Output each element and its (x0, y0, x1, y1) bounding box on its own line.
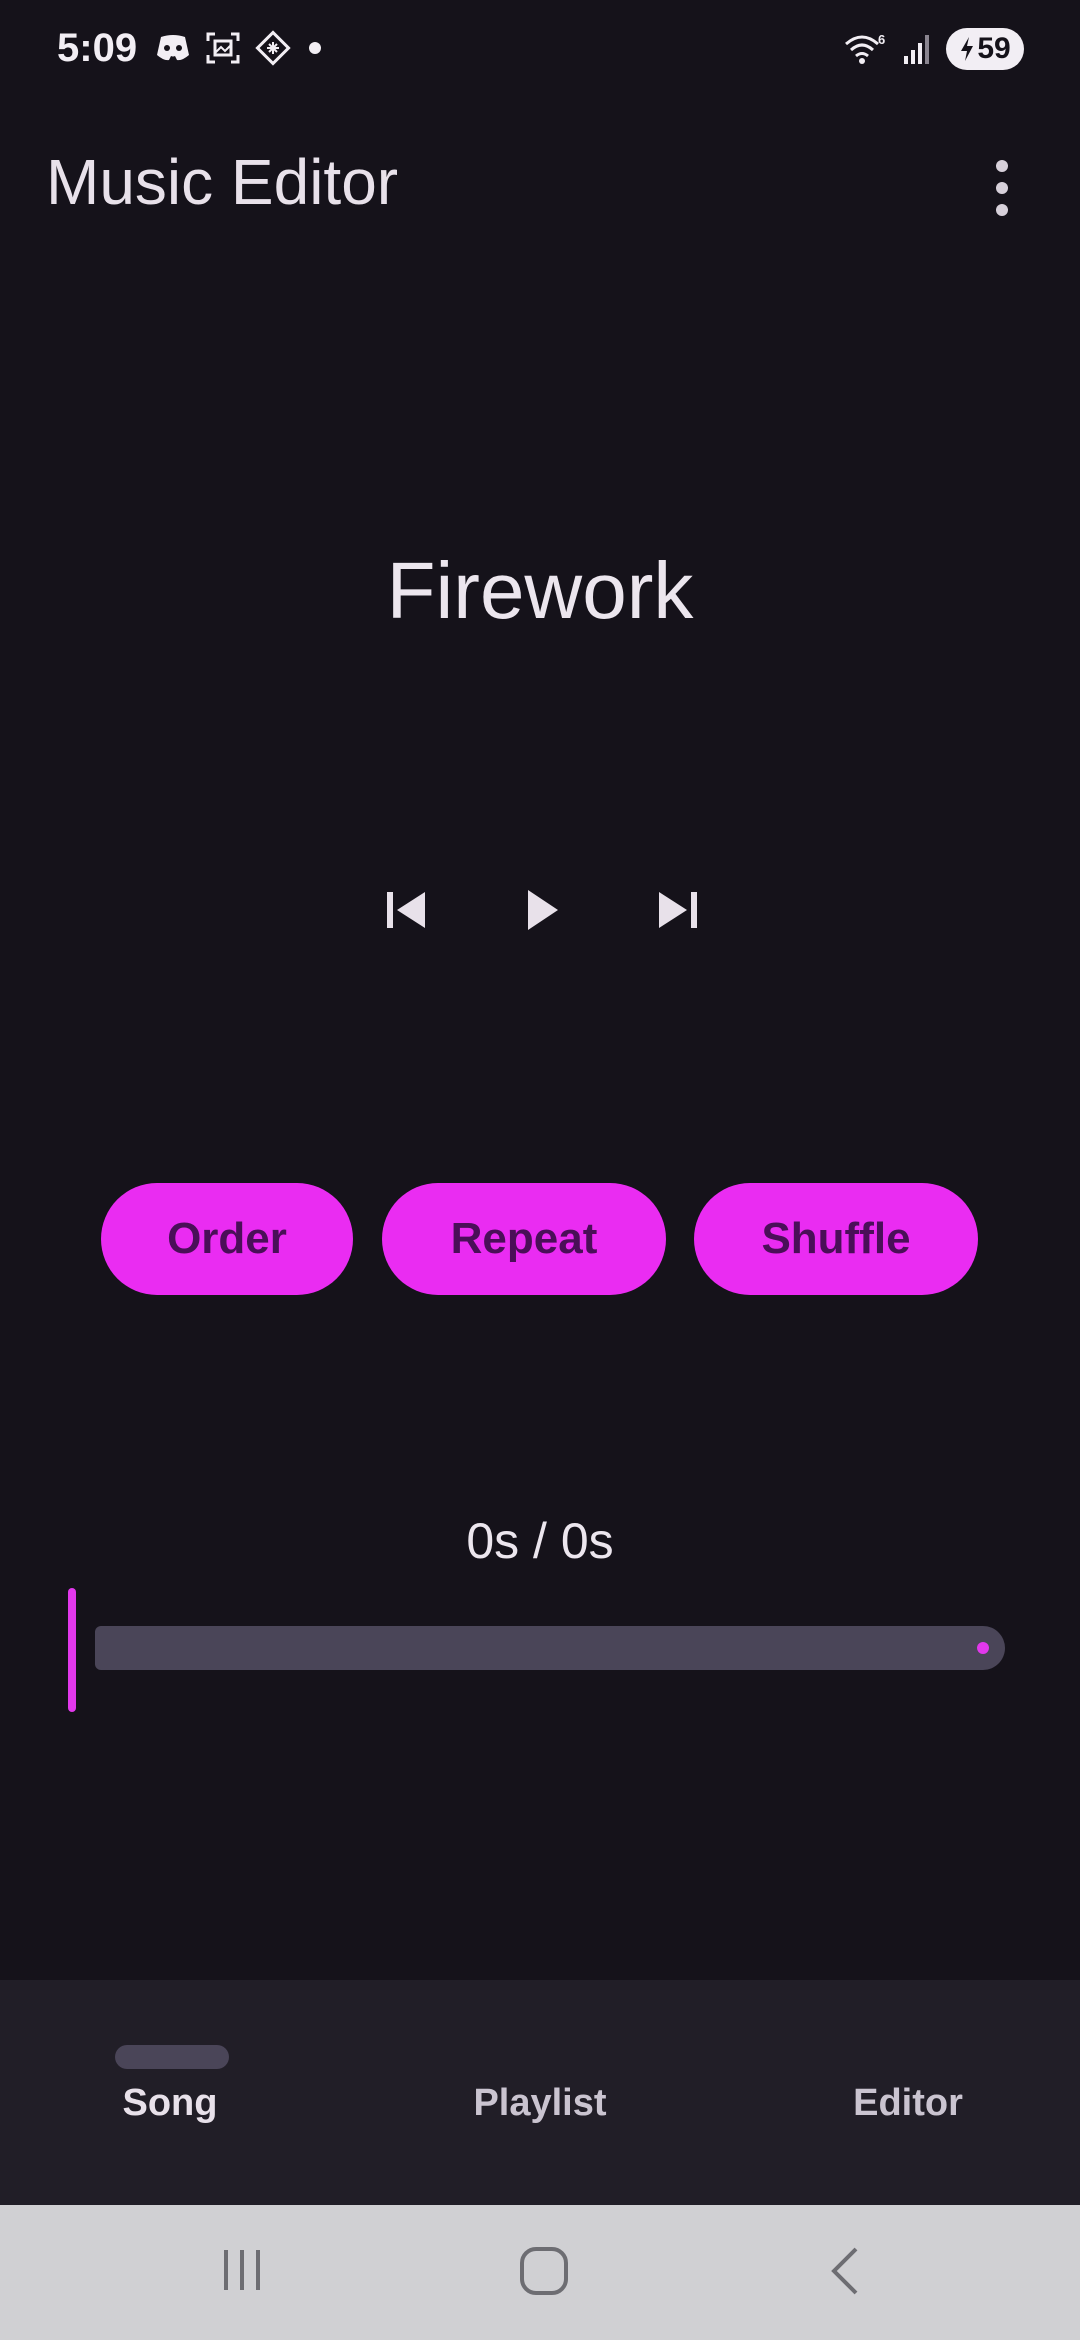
battery-level: 59 (977, 32, 1011, 65)
status-icons-left (155, 30, 325, 66)
repeat-button[interactable]: Repeat (382, 1183, 666, 1295)
back-icon[interactable] (826, 2245, 866, 2297)
battery-charging-icon (961, 37, 974, 61)
play-icon[interactable] (522, 880, 562, 940)
song-title: Firework (386, 546, 694, 635)
skip-previous-icon[interactable] (383, 880, 429, 940)
app-icon (255, 30, 291, 66)
status-icons-right: 6 59 (844, 28, 1024, 70)
more-vert-icon[interactable] (980, 152, 1024, 224)
nav-label-playlist: Playlist (473, 2082, 607, 2124)
battery-indicator: 59 (946, 28, 1024, 70)
order-button[interactable]: Order (101, 1183, 353, 1295)
time-readout: 0s / 0s (466, 1513, 614, 1569)
nav-label-song: Song (122, 2082, 218, 2124)
svg-text:6: 6 (878, 32, 885, 47)
shuffle-button[interactable]: Shuffle (694, 1183, 978, 1295)
nav-label-editor: Editor (853, 2082, 963, 2124)
signal-icon (904, 35, 929, 64)
nav-item-playlist[interactable]: Playlist (360, 1980, 720, 2205)
notification-dot-icon (309, 42, 321, 54)
wifi-6-icon: 6 (845, 32, 885, 64)
progress-handle[interactable] (68, 1588, 76, 1712)
nav-item-editor[interactable]: Editor (720, 1980, 1080, 2205)
progress-end-dot (977, 1642, 989, 1654)
system-navigation-bar (0, 2205, 1080, 2340)
nav-active-indicator (115, 2045, 229, 2069)
status-bar: 5:09 6 59 (0, 0, 1080, 105)
home-icon[interactable] (518, 2245, 570, 2297)
screenshot-icon (206, 32, 240, 64)
nav-item-song[interactable]: Song (0, 1980, 360, 2205)
bottom-navigation: Song Playlist Editor (0, 1980, 1080, 2205)
progress-slider[interactable] (95, 1626, 1005, 1670)
status-time: 5:09 (57, 26, 138, 70)
discord-icon (157, 35, 189, 61)
skip-next-icon[interactable] (655, 880, 701, 940)
app-title: Music Editor (46, 146, 399, 218)
recent-apps-icon[interactable] (218, 2245, 266, 2295)
